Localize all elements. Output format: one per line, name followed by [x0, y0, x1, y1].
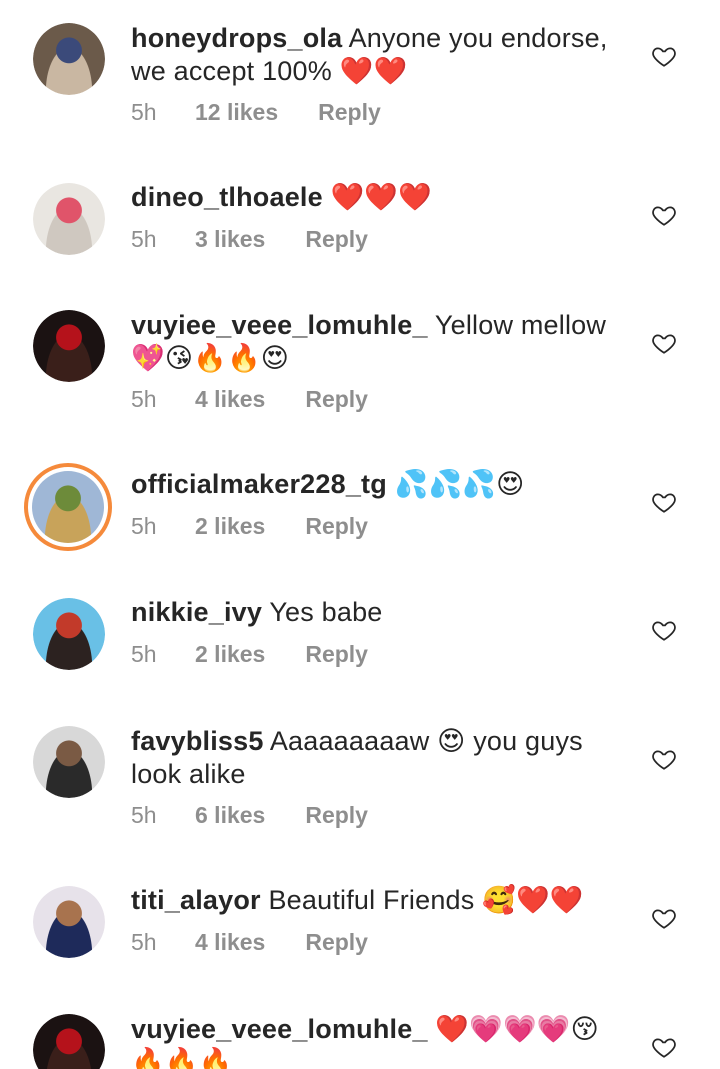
comment-likes[interactable]: 2 likes [195, 513, 265, 540]
comment-body: favybliss5 Aaaaaaaaaw 😍 you guys look al… [131, 725, 611, 791]
comment-body: vuyiee_veee_lomuhle_ ❤️💗💗💗😚🔥🔥🔥 [131, 1013, 611, 1069]
comment-time: 5h [131, 802, 157, 828]
comment-item: vuyiee_veee_lomuhle_ ❤️💗💗💗😚🔥🔥🔥 [0, 1013, 720, 1069]
avatar-image [33, 183, 105, 255]
comment-likes[interactable]: 4 likes [195, 929, 265, 956]
comment-item: nikkie_ivy Yes babe 5h 2 likes Reply [0, 596, 720, 676]
comment-meta: 5h 2 likes Reply [131, 513, 368, 540]
reply-button[interactable]: Reply [305, 802, 368, 829]
comment-body: officialmaker228_tg 💦💦💦😍 [131, 468, 611, 501]
avatar-image [33, 1014, 105, 1069]
comment-body: nikkie_ivy Yes babe [131, 596, 611, 629]
heart-outline-icon[interactable] [651, 330, 677, 356]
comment-likes[interactable]: 3 likes [195, 226, 265, 253]
comment-text: Yes babe [269, 597, 383, 627]
comment-meta: 5h 4 likes Reply [131, 929, 368, 956]
comment-username[interactable]: vuyiee_veee_lomuhle_ [131, 1014, 428, 1044]
comment-item: officialmaker228_tg 💦💦💦😍 5h 2 likes Repl… [0, 463, 720, 551]
comment-meta: 5h 12 likes Reply [131, 99, 381, 126]
comment-likes[interactable]: 6 likes [195, 802, 265, 829]
avatar-image [33, 310, 105, 382]
comment-time: 5h [131, 513, 157, 539]
reply-button[interactable]: Reply [305, 226, 368, 253]
comment-meta: 5h 4 likes Reply [131, 386, 368, 413]
comment-item: titi_alayor Beautiful Friends 🥰❤️❤️ 5h 4… [0, 884, 720, 964]
comment-likes[interactable]: 12 likes [195, 99, 278, 126]
comment-username[interactable]: titi_alayor [131, 885, 261, 915]
reply-button[interactable]: Reply [318, 99, 381, 126]
comment-time: 5h [131, 929, 157, 955]
reply-button[interactable]: Reply [305, 513, 368, 540]
comment-time: 5h [131, 226, 157, 252]
avatar[interactable] [33, 183, 105, 255]
avatar-image [33, 598, 105, 670]
reply-button[interactable]: Reply [305, 929, 368, 956]
comment-meta: 5h 2 likes Reply [131, 641, 368, 668]
comment-likes[interactable]: 2 likes [195, 641, 265, 668]
avatar-image [32, 471, 104, 543]
reply-button[interactable]: Reply [305, 386, 368, 413]
heart-outline-icon[interactable] [651, 43, 677, 69]
comment-item: dineo_tlhoaele ❤️❤️❤️ 5h 3 likes Reply [0, 181, 720, 261]
comment-item: favybliss5 Aaaaaaaaaw 😍 you guys look al… [0, 725, 720, 835]
avatar-story-ring[interactable] [24, 463, 112, 551]
heart-outline-icon[interactable] [651, 617, 677, 643]
comment-time: 5h [131, 641, 157, 667]
comment-item: honeydrops_ola Anyone you endorse, we ac… [0, 22, 720, 132]
comment-username[interactable]: officialmaker228_tg [131, 469, 387, 499]
comment-body: vuyiee_veee_lomuhle_ Yellow mellow 💖😘🔥🔥😍 [131, 309, 611, 375]
avatar[interactable] [33, 886, 105, 958]
comment-list: honeydrops_ola Anyone you endorse, we ac… [0, 0, 720, 1069]
heart-outline-icon[interactable] [651, 905, 677, 931]
avatar-image [33, 726, 105, 798]
comment-username[interactable]: favybliss5 [131, 726, 264, 756]
avatar[interactable] [33, 1014, 105, 1069]
comment-text: Beautiful Friends 🥰❤️❤️ [268, 885, 584, 915]
comment-username[interactable]: vuyiee_veee_lomuhle_ [131, 310, 428, 340]
avatar[interactable] [33, 726, 105, 798]
reply-button[interactable]: Reply [305, 641, 368, 668]
comment-time: 5h [131, 386, 157, 412]
comment-item: vuyiee_veee_lomuhle_ Yellow mellow 💖😘🔥🔥😍… [0, 309, 720, 419]
comment-meta: 5h 3 likes Reply [131, 226, 368, 253]
comment-username[interactable]: dineo_tlhoaele [131, 182, 323, 212]
avatar[interactable] [33, 23, 105, 95]
avatar[interactable] [33, 598, 105, 670]
comment-body: titi_alayor Beautiful Friends 🥰❤️❤️ [131, 884, 611, 917]
comment-meta: 5h 6 likes Reply [131, 802, 368, 829]
comment-likes[interactable]: 4 likes [195, 386, 265, 413]
heart-outline-icon[interactable] [651, 746, 677, 772]
comment-username[interactable]: nikkie_ivy [131, 597, 262, 627]
comment-text: 💦💦💦😍 [394, 469, 525, 499]
comment-body: honeydrops_ola Anyone you endorse, we ac… [131, 22, 611, 88]
avatar-image [33, 886, 105, 958]
heart-outline-icon[interactable] [651, 202, 677, 228]
comment-time: 5h [131, 99, 157, 125]
comment-body: dineo_tlhoaele ❤️❤️❤️ [131, 181, 611, 214]
heart-outline-icon[interactable] [651, 489, 677, 515]
avatar[interactable] [33, 310, 105, 382]
comment-text: ❤️❤️❤️ [330, 182, 433, 212]
avatar-image [33, 23, 105, 95]
heart-outline-icon[interactable] [651, 1034, 677, 1060]
comment-username[interactable]: honeydrops_ola [131, 23, 342, 53]
